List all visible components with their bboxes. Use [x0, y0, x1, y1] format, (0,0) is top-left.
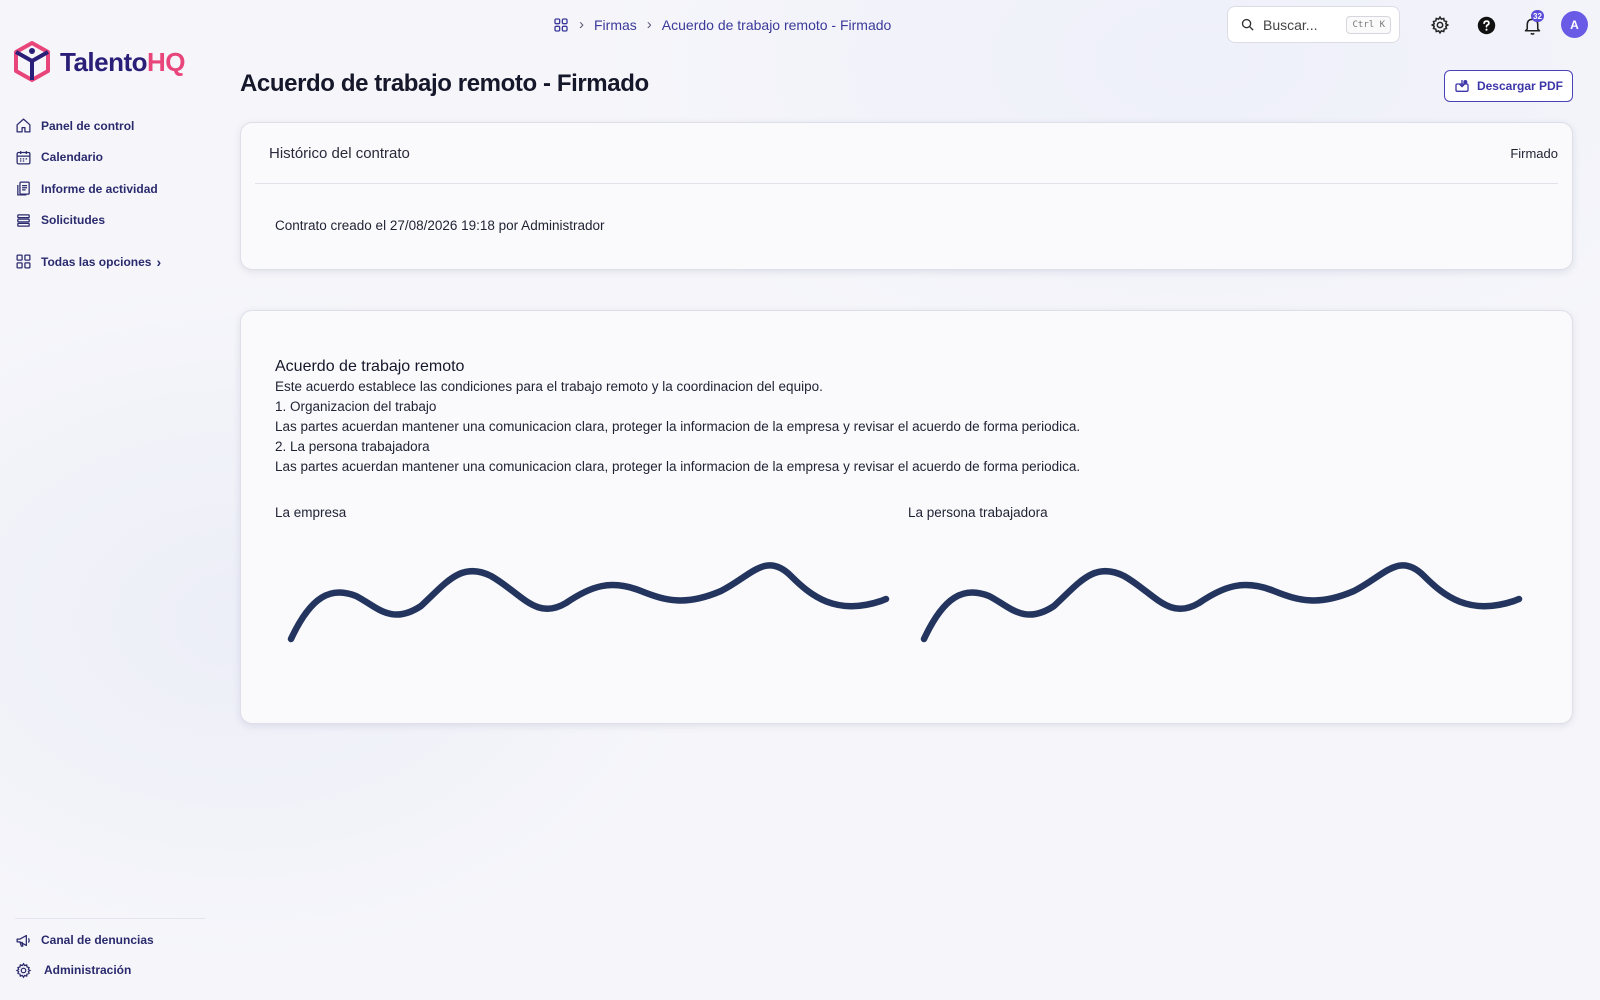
sidebar-bottom: Canal de denuncias Administración — [15, 918, 205, 985]
calendar-icon — [16, 150, 31, 165]
document-line: Este acuerdo establece las condiciones p… — [275, 379, 823, 394]
sidebar-item-label: Informe de actividad — [41, 181, 158, 196]
document-body: Acuerdo de trabajo remoto Este acuerdo e… — [275, 357, 1545, 477]
breadcrumb-current: Acuerdo de trabajo remoto - Firmado — [661, 16, 892, 33]
download-pdf-label: Descargar PDF — [1476, 79, 1564, 93]
help-button[interactable] — [1474, 13, 1498, 37]
signature-label-worker: La persona trabajadora — [908, 505, 1048, 520]
chevron-right-icon: › — [646, 16, 652, 33]
nav-separator — [15, 236, 200, 246]
sidebar-item-solicitudes[interactable]: Solicitudes — [15, 205, 200, 237]
search-input[interactable]: Buscar... Ctrl K — [1227, 6, 1400, 43]
page-title: Acuerdo de trabajo remoto - Firmado — [240, 70, 649, 97]
grid-icon — [16, 254, 31, 269]
signature-worker — [920, 562, 1523, 643]
settings-button[interactable] — [1428, 13, 1452, 37]
search-icon — [1241, 18, 1254, 31]
sidebar-item-label: Panel de control — [41, 118, 135, 133]
sidebar-item-todas-las-opciones[interactable]: Todas las opciones › — [15, 246, 200, 278]
report-icon — [17, 181, 30, 196]
signature-label-company: La empresa — [275, 505, 347, 520]
chevron-right-icon: › — [156, 253, 162, 270]
avatar[interactable]: A — [1561, 11, 1588, 38]
sidebar-item-panel-de-control[interactable]: Panel de control — [15, 110, 200, 142]
pdf-download-icon — [1455, 80, 1469, 92]
sidebar-item-calendario[interactable]: Calendario — [15, 142, 200, 174]
list-icon — [17, 213, 30, 227]
megaphone-icon — [16, 934, 30, 947]
document-section-heading: 1. Organizacion del trabajo — [275, 399, 437, 414]
history-event: Contrato creado el 27/08/2026 19:18 por … — [275, 218, 605, 233]
signature-stroke — [920, 562, 1523, 643]
breadcrumb: › Firmas › Acuerdo de trabajo remoto - F… — [553, 16, 891, 33]
home-icon — [16, 118, 31, 133]
gear-icon — [15, 962, 32, 978]
sidebar-item-label: Calendario — [41, 150, 104, 165]
sidebar-item-canal-de-denuncias[interactable]: Canal de denuncias — [15, 925, 205, 955]
download-pdf-button[interactable]: Descargar PDF — [1444, 70, 1573, 102]
document-line: Las partes acuerdan mantener una comunic… — [275, 419, 1081, 434]
search-shortcut: Ctrl K — [1346, 15, 1391, 34]
signature-stroke — [287, 562, 890, 643]
document-card: Acuerdo de trabajo remoto Este acuerdo e… — [240, 310, 1573, 724]
signature-company — [287, 562, 890, 643]
logo[interactable]: TalentoHQ — [12, 40, 186, 84]
document-line: Las partes acuerdan mantener una comunic… — [275, 459, 1081, 474]
document-title: Acuerdo de trabajo remoto — [275, 358, 465, 375]
sidebar-nav: Panel de control Calendario Informe de a… — [15, 110, 200, 278]
logo-name: Talento — [60, 46, 148, 77]
logo-accent: HQ — [147, 46, 186, 77]
status-badge: Firmado — [1510, 145, 1558, 161]
logo-cube-icon — [14, 41, 50, 82]
gear-icon — [1430, 15, 1450, 35]
notification-badge: 32 — [1531, 10, 1544, 22]
document-section-heading: 2. La persona trabajadora — [275, 439, 430, 454]
grid-icon[interactable] — [553, 17, 569, 33]
sidebar: TalentoHQ Panel de control Calendario In… — [0, 0, 205, 1000]
sidebar-item-administracion[interactable]: Administración — [15, 955, 205, 985]
breadcrumb-firmas[interactable]: Firmas — [594, 17, 637, 33]
contract-history-header: Histórico del contrato Firmado — [255, 123, 1558, 184]
sidebar-item-label: Administración — [44, 963, 132, 977]
search-placeholder: Buscar... — [1263, 16, 1318, 33]
chevron-right-icon: › — [579, 16, 584, 33]
help-icon — [1477, 16, 1495, 34]
logo-text: TalentoHQ — [60, 46, 186, 78]
sidebar-item-label: Solicitudes — [41, 213, 106, 228]
contract-history-title: Histórico del contrato — [269, 144, 410, 162]
sidebar-item-label: Canal de denuncias — [41, 933, 154, 947]
contract-history-card: Histórico del contrato Firmado Contrato … — [240, 122, 1573, 270]
sidebar-item-label: Todas las opciones — [41, 254, 152, 269]
sidebar-item-informe-de-actividad[interactable]: Informe de actividad — [15, 173, 200, 205]
